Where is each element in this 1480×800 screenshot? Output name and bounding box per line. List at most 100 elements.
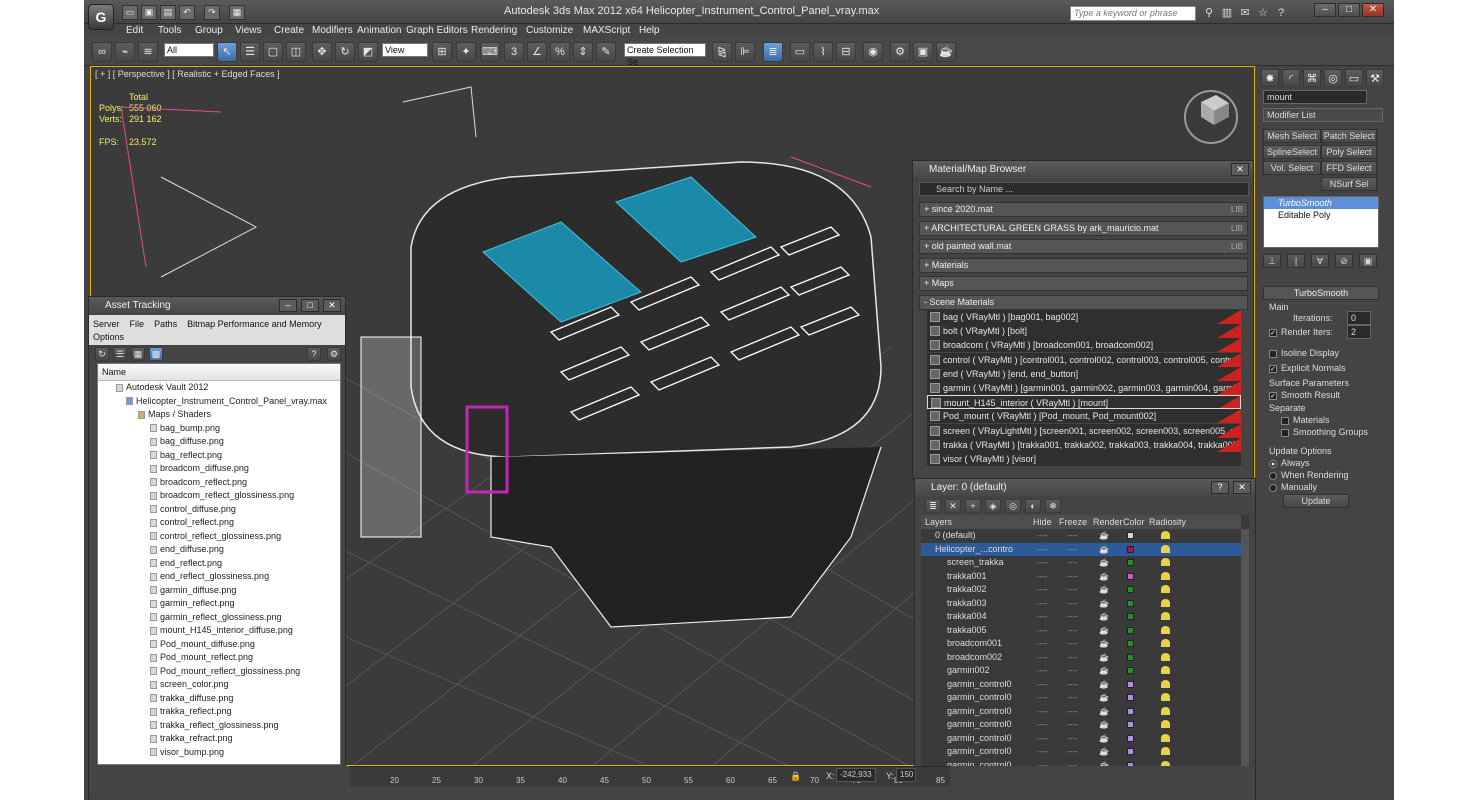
close-button[interactable]: ✕: [323, 299, 341, 312]
create-tab-icon[interactable]: ✸: [1261, 69, 1279, 87]
layer-row[interactable]: trakka005 ---- ---- ☕: [921, 624, 1241, 638]
menu-views[interactable]: Views: [235, 25, 262, 36]
layer-name[interactable]: trakka002: [947, 583, 1021, 597]
schematic-view-icon[interactable]: ⊟: [836, 42, 856, 62]
library-row[interactable]: + Maps: [919, 276, 1248, 291]
layer-row[interactable]: garmin_control0 ---- ---- ☕: [921, 745, 1241, 759]
named-selection-dropdown[interactable]: Create Selection Se: [624, 43, 706, 67]
modify-tab-icon[interactable]: ◜: [1282, 69, 1300, 87]
layer-name[interactable]: broadcom002: [947, 651, 1021, 665]
mesh-select-button[interactable]: Mesh Select: [1263, 129, 1321, 143]
y-coordinate-field[interactable]: 150: [896, 768, 916, 782]
layer-row[interactable]: garmin_control0 ---- ---- ☕: [921, 705, 1241, 719]
spinner-snap-icon[interactable]: ⇕: [573, 42, 593, 62]
layer-name[interactable]: garmin002: [947, 664, 1021, 678]
layer-name[interactable]: garmin_control0: [947, 691, 1021, 705]
layer-row[interactable]: Helicopter_...contro ---- ---- ☕: [921, 542, 1241, 557]
layer-row[interactable]: 0 (default) ---- ---- ☕: [921, 529, 1241, 543]
radiosity-icon[interactable]: [1161, 612, 1170, 620]
layer-name[interactable]: trakka005: [947, 624, 1021, 638]
freeze-toggle[interactable]: ----: [1067, 583, 1078, 597]
mirror-icon[interactable]: ⧎: [712, 42, 732, 62]
layer-row[interactable]: trakka002 ---- ---- ☕: [921, 583, 1241, 597]
radiosity-icon[interactable]: [1161, 639, 1170, 647]
layer-color-swatch[interactable]: [1127, 653, 1134, 661]
bind-spacewarp-icon[interactable]: ≋: [138, 42, 158, 62]
hide-toggle[interactable]: ----: [1037, 637, 1048, 651]
render-teapot-icon[interactable]: ☕: [1099, 651, 1109, 665]
map-file-row[interactable]: broadcom_reflect_glossiness.png: [98, 489, 340, 503]
rectangular-selection-icon[interactable]: ▢: [263, 42, 283, 62]
layer-name[interactable]: garmin_control0: [947, 705, 1021, 719]
hide-toggle[interactable]: ----: [1037, 610, 1048, 624]
close-button[interactable]: ✕: [1231, 163, 1249, 176]
freeze-toggle[interactable]: ----: [1067, 651, 1078, 665]
freeze-all-icon[interactable]: ❄: [1045, 499, 1061, 513]
freeze-toggle[interactable]: ----: [1067, 543, 1078, 557]
layer-name[interactable]: trakka001: [947, 570, 1021, 584]
layer-row[interactable]: broadcom001 ---- ---- ☕: [921, 637, 1241, 651]
map-file-row[interactable]: trakka_reflect.png: [98, 705, 340, 719]
motion-tab-icon[interactable]: ◎: [1324, 69, 1342, 87]
layer-row[interactable]: broadcom002 ---- ---- ☕: [921, 651, 1241, 665]
stack-item-turbosmooth[interactable]: TurboSmooth: [1264, 197, 1378, 209]
library-row[interactable]: - Scene Materials: [919, 294, 1248, 310]
layer-color-swatch[interactable]: [1127, 640, 1134, 647]
object-name-field[interactable]: mount: [1263, 90, 1367, 104]
layer-color-swatch[interactable]: [1127, 707, 1134, 715]
menu-options[interactable]: Options: [93, 332, 124, 342]
window-crossing-icon[interactable]: ◫: [286, 42, 306, 62]
menu-edit[interactable]: Edit: [126, 25, 143, 36]
keyboard-shortcut-icon[interactable]: ⌨: [480, 42, 500, 62]
freeze-toggle[interactable]: ----: [1067, 678, 1078, 692]
radiosity-icon[interactable]: [1161, 720, 1170, 728]
move-icon[interactable]: ✥: [312, 42, 332, 62]
layer-row[interactable]: garmin_control0 ---- ---- ☕: [921, 718, 1241, 732]
menu-server[interactable]: Server: [93, 319, 120, 329]
layer-manager-title[interactable]: Layer: 0 (default) ? ✕: [915, 479, 1255, 496]
map-file-row[interactable]: Pod_mount_diffuse.png: [98, 638, 340, 652]
radiosity-icon[interactable]: [1161, 679, 1170, 688]
minimize-button[interactable]: –: [1314, 3, 1336, 17]
menu-tools[interactable]: Tools: [158, 25, 181, 36]
menu-bitmap-performance[interactable]: Bitmap Performance and Memory: [187, 319, 322, 329]
render-teapot-icon[interactable]: ☕: [1099, 664, 1109, 678]
vol-select-button[interactable]: Vol. Select: [1263, 161, 1321, 175]
layer-color-swatch[interactable]: [1127, 532, 1134, 539]
spline-select-button[interactable]: SplineSelect: [1263, 145, 1321, 159]
render-teapot-icon[interactable]: ☕: [1099, 691, 1109, 705]
help-icon[interactable]: ?: [1274, 6, 1288, 20]
render-teapot-icon[interactable]: ☕: [1099, 543, 1109, 557]
radiosity-icon[interactable]: [1161, 706, 1170, 715]
make-unique-icon[interactable]: ∀: [1311, 254, 1329, 268]
smoothing-groups-checkbox[interactable]: Smoothing Groups: [1281, 427, 1368, 437]
hide-toggle[interactable]: ----: [1037, 678, 1048, 692]
vault-row[interactable]: Autodesk Vault 2012: [98, 381, 340, 395]
new-icon[interactable]: ▭: [122, 5, 138, 20]
menu-help[interactable]: Help: [639, 25, 660, 36]
selection-filter-dropdown[interactable]: All: [164, 43, 214, 57]
layer-color-swatch[interactable]: [1127, 626, 1134, 634]
scene-material-row[interactable]: trakka ( VRayMtl ) [trakka001, trakka002…: [927, 437, 1241, 452]
layer-color-swatch[interactable]: [1127, 734, 1134, 742]
asset-list[interactable]: Name Autodesk Vault 2012 Helicopter_Inst…: [97, 363, 341, 765]
layer-name[interactable]: garmin_control0: [947, 745, 1021, 759]
freeze-toggle[interactable]: ----: [1067, 718, 1078, 732]
hide-toggle[interactable]: ----: [1037, 529, 1048, 543]
map-file-row[interactable]: broadcom_diffuse.png: [98, 462, 340, 476]
menu-file[interactable]: File: [130, 319, 145, 329]
modifier-list-dropdown[interactable]: Modifier List: [1263, 108, 1383, 122]
freeze-toggle[interactable]: ----: [1067, 556, 1078, 570]
hide-toggle[interactable]: ----: [1037, 718, 1048, 732]
render-teapot-icon[interactable]: ☕: [1099, 570, 1109, 584]
link-icon[interactable]: ∞: [92, 42, 112, 62]
map-file-row[interactable]: bag_reflect.png: [98, 449, 340, 463]
modifier-stack[interactable]: TurboSmooth Editable Poly: [1263, 196, 1379, 248]
column-freeze[interactable]: Freeze: [1059, 515, 1087, 529]
render-iters-spinner[interactable]: 2: [1347, 325, 1371, 339]
hide-toggle[interactable]: ----: [1037, 543, 1048, 557]
library-row[interactable]: + since 2020.mat LIB: [919, 202, 1248, 217]
stack-item-editable-poly[interactable]: Editable Poly: [1264, 209, 1378, 221]
menu-customize[interactable]: Customize: [526, 25, 573, 36]
menu-graph-editors[interactable]: Graph Editors: [406, 25, 468, 36]
